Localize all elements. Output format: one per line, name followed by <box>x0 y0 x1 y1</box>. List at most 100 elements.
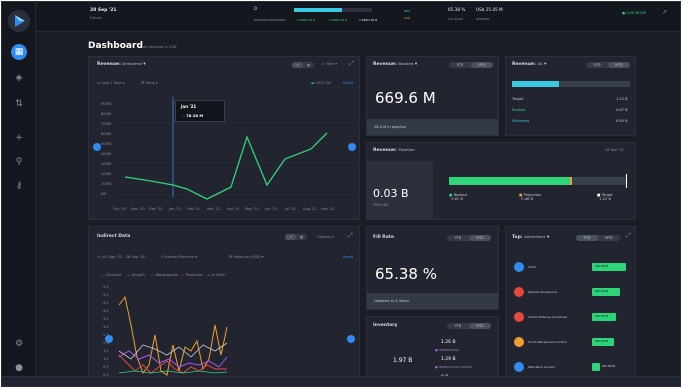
advertiser-logo <box>514 287 524 297</box>
chart-tooltip: Jan '21 — 76.28 M <box>175 100 225 122</box>
booked-value: 669.6 M <box>375 89 436 107</box>
y-tick: 200M <box>101 172 111 176</box>
y-tick: 500M <box>101 142 111 146</box>
app-window: ▦ ◈ ⇅ + ⚲ ⚷ ⚙ ● 28 Sep '21 Future 0 BOOK… <box>1 1 681 387</box>
reset-link[interactable]: Reset <box>343 81 353 85</box>
advertiser-logo <box>514 362 524 372</box>
prev-arrow[interactable] <box>93 143 101 151</box>
fill-rate-panel: Fill Rate YTD MTD 65.38 % Updated at 4:34… <box>366 226 499 310</box>
date-range-filter[interactable]: ▭ (01 Sep '21 - 28 Sep '21) <box>97 255 146 259</box>
inventory-value: 1.97 B <box>393 357 413 364</box>
key-icon[interactable]: ⚷ <box>11 178 27 194</box>
app-logo-icon[interactable] <box>8 10 30 32</box>
prev-arrow[interactable] <box>105 335 113 343</box>
chart-type-toggle[interactable]: ↗ ▥ <box>285 234 307 240</box>
layers-icon[interactable]: ◈ <box>11 70 27 86</box>
next-arrow[interactable] <box>347 335 355 343</box>
panel-header: Revenue: All ▾ <box>512 62 547 67</box>
pipeline-value-sub: PIPELINE <box>373 203 389 207</box>
expand-icon[interactable]: ⤢ <box>348 232 353 240</box>
y-tick: 5.5 <box>103 285 109 289</box>
revenue-all-panel: Revenue: All ▾ QTD MTD Target 1.22 B Book… <box>505 56 636 136</box>
advertiser-value: 000 000M <box>595 265 608 268</box>
fill-rate-footer-text: Updated at 4:34pm <box>374 299 410 303</box>
add-icon[interactable]: + <box>11 130 27 146</box>
expand-icon[interactable]: ⤢ <box>626 232 631 240</box>
advertiser-name[interactable]: United Defense Industries <box>528 315 567 319</box>
advertiser-name[interactable]: Peyless Shoesource <box>528 290 558 294</box>
panel-header: Top: Advertiser ▾ <box>512 235 550 240</box>
period-filter[interactable]: ▭ Last 1 Year ▾ <box>97 81 124 85</box>
y-tick: 400M <box>101 152 111 156</box>
bottom-strip <box>2 376 680 386</box>
revenue-delivered-panel: Revenue: Delivered ▾ ↗ ▥ ▭ Year ▾ ⤢ ▭ Las… <box>88 56 360 220</box>
legend-projection: ■ Projection 0.48 B <box>519 193 542 201</box>
group-filter[interactable]: ☰ None ▾ <box>141 81 158 85</box>
settings-icon[interactable]: ⚙ <box>11 336 27 352</box>
booked-footer: 28.4 M in pipeline <box>367 119 498 135</box>
period-toggle[interactable]: QTD MTD <box>586 62 630 68</box>
x-tick: Jan '21 <box>169 207 182 211</box>
dashboard-icon[interactable]: ▦ <box>11 44 27 60</box>
panel-header: Revenue: Delivered ▾ <box>97 62 146 67</box>
indirect-line-chart[interactable] <box>115 285 353 379</box>
y-tick: 3.0 <box>103 325 109 329</box>
live-mode-toggle[interactable]: ● LIVE MODE <box>622 11 646 15</box>
search-icon[interactable]: ⚲ <box>11 154 27 170</box>
panel-header: Revenue: Booked ▾ <box>373 62 418 67</box>
chart-legend: ▬ 2021 Q2 <box>311 81 331 85</box>
kpi-top: 0 <box>254 7 257 12</box>
row-label-target: Target <box>512 97 524 101</box>
period-toggle[interactable]: YTD MTD <box>449 62 493 68</box>
advertiser-logo <box>514 312 524 322</box>
advertiser-name[interactable]: Intuit <box>528 265 536 269</box>
revenue-pipeline-panel: Revenue: Pipeline 28 Sep '21 0.03 B PIPE… <box>366 142 636 220</box>
reset-link[interactable]: Reset <box>343 255 353 259</box>
row-value-target: 1.22 B <box>616 97 628 101</box>
options-menu[interactable]: Options ▾ <box>317 235 334 239</box>
next-arrow[interactable] <box>348 143 356 151</box>
avatar[interactable]: ● <box>11 360 27 376</box>
revenue-line-chart[interactable] <box>119 97 359 209</box>
y-tick: 4.0 <box>103 309 109 313</box>
kpi-label-3: 7.49B/1.05 B <box>359 18 378 22</box>
period-toggle[interactable]: YTD MTD <box>576 235 620 241</box>
inv-item-label-0: ■ IMPRESSIONS <box>435 348 460 352</box>
metric-filter[interactable]: ☰ Revenue (USD) ▾ <box>229 255 264 259</box>
row-label-booked: Booked <box>512 108 526 112</box>
trend-icon[interactable]: ↗ <box>662 9 667 16</box>
panel-header: Inventory <box>373 323 398 328</box>
kpi-label-1: 0.00B/0.43 B <box>297 18 316 22</box>
panel-header: Indirect Data <box>97 234 131 239</box>
x-tick: Dec '20 <box>149 207 163 211</box>
y-tick: 4.5 <box>103 301 109 305</box>
y-tick: 0M <box>101 192 107 196</box>
advertiser-name[interactable]: Web Back Lumber <box>528 365 555 369</box>
x-tick: Feb '21 <box>187 207 201 211</box>
advertiser-value: 000 000M <box>595 290 608 293</box>
partners-filter[interactable]: 5 Indirect Partners ▾ <box>161 255 197 259</box>
legend-wordsgoods: — Wordsgoods <box>151 273 178 277</box>
advertiser-name[interactable]: Funds Warehouse Limited <box>528 340 567 344</box>
x-tick: Jul '21 <box>285 207 297 211</box>
transfer-icon[interactable]: ⇅ <box>11 96 27 112</box>
advertiser-value: 000 000M <box>595 315 608 318</box>
period-toggle[interactable]: YTD MTD <box>447 235 491 241</box>
expand-icon[interactable]: ⤢ <box>349 60 354 68</box>
legend-peopleize: — Peopleize <box>181 273 203 277</box>
year-selector[interactable]: ▭ Year ▾ <box>322 62 337 66</box>
x-tick: Aug '21 <box>303 207 317 211</box>
advertiser-value: 000 000M <box>595 340 608 343</box>
x-tick: Apr '21 <box>227 207 240 211</box>
chart-type-toggle[interactable]: ↗ ▥ <box>292 62 314 68</box>
legend-comcast: — Comcast <box>101 273 122 277</box>
panel-header: Fill Rate <box>373 235 394 240</box>
inv-item-value-0: 1.26 B <box>441 340 456 345</box>
inv-item-label-1: ■ IMPRESSIONS SERVED <box>435 365 473 369</box>
y-tick: 900M <box>101 102 111 106</box>
advertiser-logo <box>514 262 524 272</box>
y-tick: 0.5 <box>103 365 109 369</box>
period-toggle[interactable]: YTD MTD <box>447 323 491 329</box>
x-tick: May '21 <box>245 207 260 211</box>
x-tick: Jun '21 <box>265 207 278 211</box>
